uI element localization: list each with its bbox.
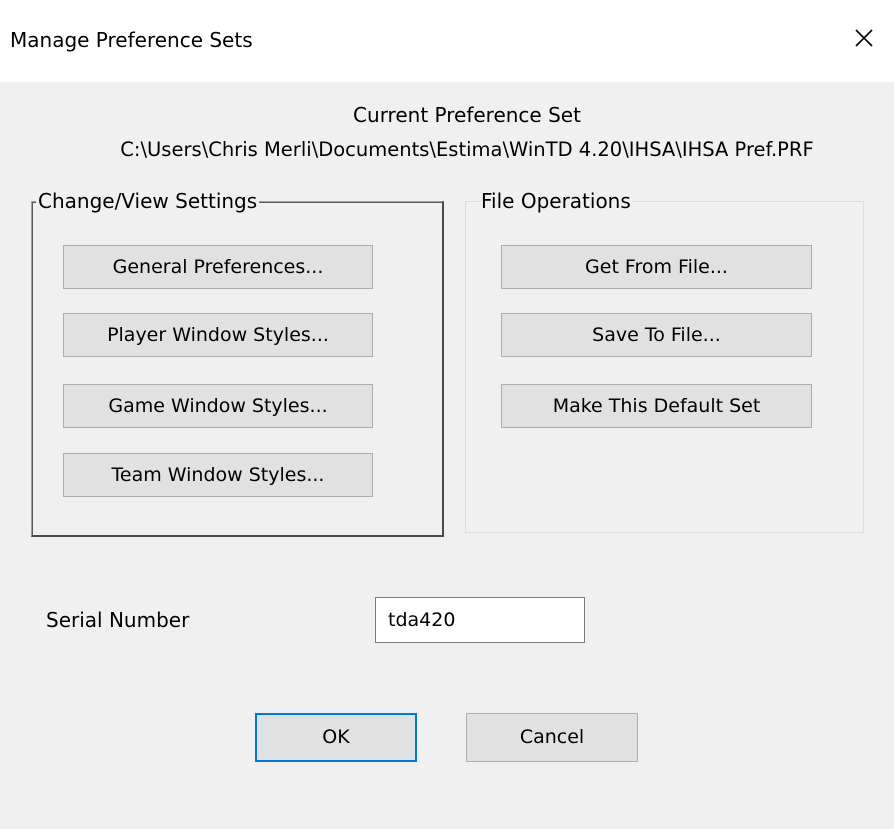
game-window-styles-button[interactable]: Game Window Styles... <box>63 384 373 428</box>
team-window-styles-button[interactable]: Team Window Styles... <box>63 453 373 497</box>
close-button[interactable] <box>834 10 894 66</box>
general-preferences-button[interactable]: General Preferences... <box>63 245 373 289</box>
save-to-file-button[interactable]: Save To File... <box>501 313 812 357</box>
manage-preference-sets-dialog: Manage Preference Sets Current Preferenc… <box>0 0 894 829</box>
player-window-styles-button[interactable]: Player Window Styles... <box>63 313 373 357</box>
current-set-label: Current Preference Set <box>353 103 581 127</box>
window-title: Manage Preference Sets <box>10 28 253 52</box>
make-default-set-button[interactable]: Make This Default Set <box>501 384 812 428</box>
get-from-file-button[interactable]: Get From File... <box>501 245 812 289</box>
cancel-button[interactable]: Cancel <box>466 713 638 762</box>
serial-number-label: Serial Number <box>46 608 190 632</box>
change-view-settings-legend: Change/View Settings <box>36 188 260 214</box>
serial-number-input[interactable] <box>375 597 585 643</box>
ok-button[interactable]: OK <box>255 713 417 762</box>
current-set-path: C:\Users\Chris Merli\Documents\Estima\Wi… <box>120 138 814 161</box>
title-bar: Manage Preference Sets <box>0 0 894 82</box>
close-icon <box>855 29 873 47</box>
file-operations-legend: File Operations <box>479 188 633 214</box>
